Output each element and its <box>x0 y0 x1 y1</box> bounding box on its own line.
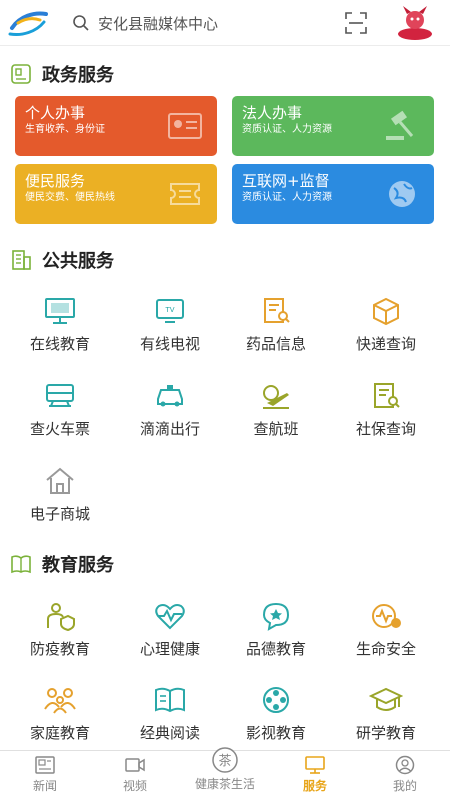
card-subtitle: 资质认证、人力资源 <box>242 192 332 203</box>
edu-moral-education[interactable]: 品德教育 <box>222 601 330 679</box>
gov-section-icon <box>11 64 31 84</box>
section-title-gov: 政务服务 <box>42 65 114 86</box>
home-icon <box>46 467 74 494</box>
globe-icon <box>389 181 415 207</box>
service-label: 在线教育 <box>29 335 90 353</box>
star-bubble-icon <box>262 602 290 631</box>
gavel-icon <box>386 110 414 140</box>
service-drug-info[interactable]: 药品信息 <box>222 296 330 374</box>
nav-label: 我的 <box>392 779 417 793</box>
train-icon <box>46 384 74 407</box>
nav-tea-life[interactable]: 茶 健康茶生活 <box>180 747 270 792</box>
edu-label: 研学教育 <box>355 724 416 742</box>
service-label: 快递查询 <box>355 335 416 353</box>
service-social-security[interactable]: 社保查询 <box>332 381 440 459</box>
service-icon <box>305 756 325 774</box>
card-personal-affairs[interactable]: 个人办事 生育收养、身份证 <box>15 96 217 156</box>
top-bar: 安化县融媒体中心 <box>0 0 450 46</box>
edu-mental-health[interactable]: 心理健康 <box>116 601 224 679</box>
edu-label: 心理健康 <box>139 640 200 658</box>
book-icon <box>155 687 185 713</box>
life-eye-icon <box>372 604 401 628</box>
svg-text:茶: 茶 <box>218 753 231 769</box>
svg-text:TV: TV <box>164 306 174 314</box>
heartbeat-icon <box>155 604 185 630</box>
app-logo <box>8 11 48 36</box>
nav-service[interactable]: 服务 <box>270 755 360 794</box>
section-edu-services: 教育服务 <box>10 551 114 577</box>
search-bar[interactable]: 安化县融媒体中心 <box>72 9 322 37</box>
service-flight-query[interactable]: 查航班 <box>222 381 330 459</box>
card-subtitle: 资质认证、人力资源 <box>242 124 332 135</box>
taxi-icon <box>157 385 183 407</box>
nav-label: 健康茶生活 <box>194 777 255 791</box>
card-internet-supervision[interactable]: 互联网+监督 资质认证、人力资源 <box>232 164 434 224</box>
nav-profile[interactable]: 我的 <box>360 755 450 794</box>
bottom-nav: 新闻 视频 茶 健康茶生活 服务 我的 <box>0 747 450 800</box>
document-search-icon <box>374 383 400 408</box>
service-label: 电子商城 <box>29 505 90 523</box>
scan-icon[interactable] <box>344 11 368 35</box>
edu-label: 影视教育 <box>245 724 306 742</box>
package-icon <box>373 297 399 326</box>
tea-icon: 茶 <box>212 747 238 773</box>
service-label: 社保查询 <box>355 420 416 438</box>
card-subtitle: 便民交费、便民热线 <box>25 192 115 203</box>
edu-label: 经典阅读 <box>139 724 200 742</box>
family-icon <box>44 688 76 714</box>
search-placeholder: 安化县融媒体中心 <box>98 14 219 33</box>
service-label: 药品信息 <box>245 335 306 353</box>
shield-person-icon <box>47 603 75 631</box>
service-label: 滴滴出行 <box>139 420 200 438</box>
section-title-public: 公共服务 <box>42 251 114 272</box>
edu-epidemic-prevention[interactable]: 防疫教育 <box>6 601 114 679</box>
service-label: 查航班 <box>253 420 299 438</box>
mascot-avatar[interactable] <box>395 4 435 42</box>
service-e-mall[interactable]: 电子商城 <box>6 466 114 544</box>
service-label: 有线电视 <box>139 335 200 353</box>
open-book-icon <box>11 555 31 574</box>
edu-life-safety[interactable]: 生命安全 <box>332 601 440 679</box>
edu-label: 防疫教育 <box>29 640 90 658</box>
service-cable-tv[interactable]: TV 有线电视 <box>116 296 224 374</box>
film-reel-icon <box>263 687 289 713</box>
building-icon <box>12 250 31 270</box>
section-public-services: 公共服务 <box>10 247 114 273</box>
nav-news[interactable]: 新闻 <box>0 755 90 794</box>
monitor-icon <box>45 298 75 324</box>
nav-label: 服务 <box>302 779 327 793</box>
ticket-icon <box>170 183 200 205</box>
nav-label: 新闻 <box>32 779 57 793</box>
service-online-education[interactable]: 在线教育 <box>6 296 114 374</box>
nav-video[interactable]: 视频 <box>90 755 180 794</box>
section-title-edu: 教育服务 <box>42 555 114 576</box>
search-icon <box>73 15 89 31</box>
news-icon <box>35 756 55 774</box>
service-label: 查火车票 <box>29 420 90 438</box>
edu-label: 家庭教育 <box>29 724 90 742</box>
edu-label: 品德教育 <box>245 640 306 658</box>
tv-icon: TV <box>156 299 184 323</box>
id-card-icon <box>168 113 202 139</box>
section-gov-services: 政务服务 <box>10 61 114 87</box>
profile-icon <box>395 755 415 775</box>
airplane-icon <box>263 385 289 409</box>
card-legal-affairs[interactable]: 法人办事 资质认证、人力资源 <box>232 96 434 156</box>
service-didi-travel[interactable]: 滴滴出行 <box>116 381 224 459</box>
nav-label: 视频 <box>122 779 147 793</box>
card-convenience-services[interactable]: 便民服务 便民交费、便民热线 <box>15 164 217 224</box>
medicine-search-icon <box>264 298 290 323</box>
card-subtitle: 生育收养、身份证 <box>25 124 105 135</box>
service-express-query[interactable]: 快递查询 <box>332 296 440 374</box>
video-icon <box>125 758 145 772</box>
service-train-tickets[interactable]: 查火车票 <box>6 381 114 459</box>
graduation-cap-icon <box>369 687 403 711</box>
edu-label: 生命安全 <box>355 640 416 658</box>
